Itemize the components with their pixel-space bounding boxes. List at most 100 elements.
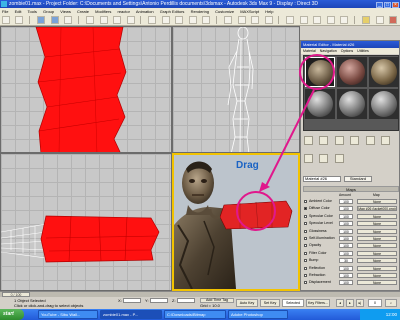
map-slot-button[interactable]: None — [357, 258, 397, 264]
map-enable-checkbox[interactable] — [304, 281, 307, 285]
map-amount-spinner[interactable]: 100 — [339, 221, 353, 227]
map-slot-button[interactable]: None — [357, 213, 397, 219]
map-slot-button[interactable]: None — [357, 280, 397, 286]
rotate-icon[interactable] — [161, 16, 170, 24]
map-slot-button[interactable]: None — [357, 272, 397, 278]
front-view-figure[interactable] — [173, 27, 300, 153]
select-icon[interactable] — [86, 16, 95, 24]
task-downloads[interactable]: C:\Downloads\Bitmap — [164, 310, 226, 319]
viewport-perspective[interactable] — [172, 153, 300, 291]
map-slot-button[interactable]: None — [357, 243, 397, 249]
menu-maxscript[interactable]: MAXScript — [240, 9, 259, 14]
reference-coord-icon[interactable] — [188, 16, 197, 24]
map-amount-spinner[interactable]: 100 — [339, 280, 353, 286]
reset-map-icon[interactable] — [350, 136, 360, 145]
map-amount-spinner[interactable]: 100 — [339, 250, 353, 256]
unique-icon[interactable] — [381, 136, 391, 145]
put-to-library-icon[interactable] — [304, 154, 313, 163]
mat-menu-utilities[interactable]: Utilities — [357, 49, 369, 53]
menu-edit[interactable]: Edit — [15, 9, 22, 14]
align-icon[interactable] — [299, 16, 308, 24]
bind-icon[interactable] — [64, 16, 73, 24]
select-by-name-icon[interactable] — [99, 16, 108, 24]
curve-editor-icon[interactable] — [326, 16, 335, 24]
task-photoshop[interactable]: Adobe Photoshop — [228, 310, 288, 319]
map-slot-button[interactable]: Map #26 (jacket000.png) — [357, 206, 397, 212]
menu-views[interactable]: Views — [60, 9, 71, 14]
sample-slot-3[interactable] — [369, 57, 399, 87]
zoom-icon[interactable]: ⌕ — [385, 299, 397, 307]
move-icon[interactable] — [148, 16, 157, 24]
map-amount-spinner[interactable]: 100 — [339, 235, 353, 241]
menu-customize[interactable]: Customize — [215, 9, 234, 14]
map-enable-checkbox[interactable] — [304, 259, 307, 263]
map-amount-spinner[interactable]: 100 — [339, 199, 353, 204]
map-slot-button[interactable]: None — [357, 250, 397, 256]
mat-menu-material[interactable]: Material — [303, 49, 316, 53]
mirror-icon[interactable] — [286, 16, 295, 24]
viewport-left[interactable] — [0, 153, 172, 291]
sample-slot-4[interactable] — [305, 89, 335, 119]
material-name-field[interactable]: Material #26 — [303, 175, 341, 182]
map-amount-spinner[interactable]: 100 — [339, 206, 353, 212]
sample-slot-1[interactable] — [305, 57, 335, 87]
menu-graph-editors[interactable]: Graph Editors — [160, 9, 185, 14]
left-view-mesh[interactable] — [1, 154, 172, 291]
render-setup-icon[interactable] — [375, 16, 384, 24]
sample-slot-5[interactable] — [337, 89, 367, 119]
map-enable-checkbox[interactable] — [304, 200, 307, 203]
task-youtube[interactable]: YouTube - Sibu Wall... — [38, 310, 98, 319]
map-amount-spinner[interactable]: 100 — [339, 228, 353, 234]
viewport-top[interactable] — [0, 26, 172, 153]
get-material-icon[interactable] — [304, 136, 313, 145]
map-enable-checkbox[interactable] — [304, 244, 307, 248]
key-mode-select[interactable]: Selected — [282, 299, 304, 307]
menu-reactor[interactable]: reactor — [117, 9, 129, 14]
material-type-button[interactable]: Standard — [344, 175, 372, 182]
map-amount-spinner[interactable]: 100 — [339, 265, 353, 271]
map-amount-spinner[interactable]: 100 — [339, 272, 353, 278]
link-icon[interactable] — [37, 16, 46, 24]
map-amount-spinner[interactable]: 100 — [339, 243, 353, 249]
map-slot-button[interactable]: None — [357, 265, 397, 271]
map-enable-checkbox[interactable] — [304, 266, 307, 270]
map-slot-button[interactable]: None — [357, 235, 397, 241]
menu-group[interactable]: Group — [43, 9, 54, 14]
unlink-icon[interactable] — [50, 16, 59, 24]
menu-animation[interactable]: Animation — [136, 9, 154, 14]
put-to-scene-icon[interactable] — [319, 136, 329, 145]
snap-icon[interactable] — [224, 16, 233, 24]
map-enable-checkbox[interactable] — [304, 273, 307, 277]
sample-slot-2[interactable] — [337, 57, 367, 87]
menu-tools[interactable]: Tools — [28, 9, 37, 14]
current-frame-field[interactable]: 0 — [368, 299, 382, 307]
next-frame-icon[interactable]: ▸| — [356, 299, 364, 307]
map-enable-checkbox[interactable] — [304, 236, 307, 240]
schematic-icon[interactable] — [340, 16, 349, 24]
map-enable-checkbox[interactable] — [304, 229, 307, 233]
set-key-button[interactable]: Set Key — [260, 299, 280, 307]
menu-create[interactable]: Create — [77, 9, 89, 14]
auto-key-button[interactable]: Auto Key — [236, 299, 258, 307]
map-enable-checkbox[interactable] — [304, 251, 307, 255]
material-effects-icon[interactable] — [319, 154, 329, 163]
layer-icon[interactable] — [313, 16, 322, 24]
map-slot-button[interactable]: None — [357, 221, 397, 227]
task-3dsmax[interactable]: zombie01.max - P... — [100, 310, 162, 319]
material-editor-icon[interactable] — [362, 16, 371, 24]
pivot-icon[interactable] — [202, 16, 211, 24]
key-filters-button[interactable]: Key Filters... — [306, 299, 330, 307]
viewport-front[interactable] — [172, 26, 300, 153]
menu-file[interactable]: File — [2, 9, 8, 14]
menu-help[interactable]: Help — [265, 9, 273, 14]
copy-material-icon[interactable] — [365, 136, 375, 145]
mat-menu-navigation[interactable]: Navigation — [320, 49, 337, 53]
show-map-icon[interactable] — [334, 154, 344, 163]
map-slot-button[interactable]: None — [357, 228, 397, 234]
spinner-snap-icon[interactable] — [264, 16, 273, 24]
menu-modifiers[interactable]: Modifiers — [95, 9, 111, 14]
x-field[interactable] — [122, 298, 141, 304]
undo-icon[interactable] — [2, 16, 10, 24]
render-frame-icon[interactable] — [389, 16, 398, 24]
map-amount-spinner[interactable]: 30 — [339, 258, 353, 264]
